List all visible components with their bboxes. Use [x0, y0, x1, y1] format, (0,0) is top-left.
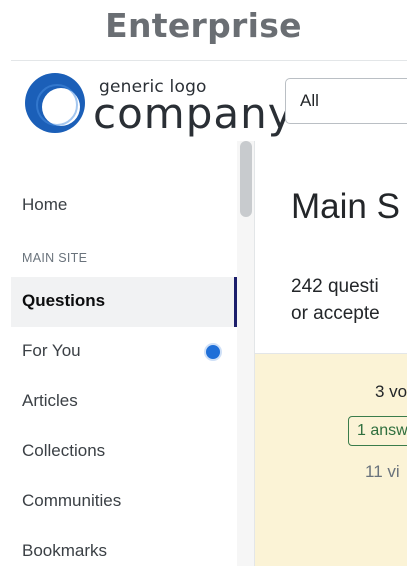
sidebar-section-heading: MAIN SITE [22, 251, 88, 265]
answer-count-badge: 1 answ [348, 416, 407, 446]
subtitle-line: 242 questi [291, 276, 379, 297]
sidebar-item-label: Collections [22, 441, 106, 460]
question-card[interactable]: 3 vo 1 answ 11 vi [255, 353, 407, 566]
sidebar-item-home[interactable]: Home [11, 181, 237, 231]
sidebar-item-questions[interactable]: Questions [11, 277, 237, 327]
left-sidebar: Home MAIN SITE Questions For You Article… [11, 141, 255, 566]
sidebar-item-label: Articles [22, 391, 78, 410]
vote-count: 3 vo [375, 382, 407, 401]
main-content: Main S 242 questi or accepte 3 vo 1 answ… [254, 141, 407, 566]
sidebar-item-articles[interactable]: Articles [11, 377, 237, 427]
sidebar-item-collections[interactable]: Collections [11, 427, 237, 477]
subtitle-line: or accepte [291, 303, 380, 324]
app-window: generic logo company All Home MAIN SITE … [11, 60, 407, 566]
sidebar-item-bookmarks[interactable]: Bookmarks [11, 527, 237, 566]
logo-mark-icon [25, 73, 85, 133]
company-logo[interactable]: generic logo company [23, 71, 293, 138]
sidebar-item-label: Home [22, 195, 68, 214]
sidebar-item-label: Communities [22, 491, 122, 510]
sidebar-item-label: For You [22, 341, 81, 360]
logo-company-text: company [93, 89, 294, 138]
search-scope-select[interactable]: All [285, 78, 407, 124]
sidebar-item-label: Bookmarks [22, 541, 108, 560]
page-caption: Enterprise [105, 6, 302, 45]
page-subtitle: 242 questi or accepte [291, 273, 380, 327]
notification-dot-icon [204, 343, 222, 361]
top-bar: generic logo company All [11, 61, 407, 141]
page-title: Main S [291, 187, 400, 226]
sidebar-scrollbar-thumb[interactable] [240, 141, 252, 217]
sidebar-item-communities[interactable]: Communities [11, 477, 237, 527]
sidebar-item-for-you[interactable]: For You [11, 327, 237, 377]
search-scope-value: All [300, 91, 319, 110]
sidebar-item-label: Questions [22, 291, 106, 310]
view-count: 11 vi [365, 462, 400, 481]
